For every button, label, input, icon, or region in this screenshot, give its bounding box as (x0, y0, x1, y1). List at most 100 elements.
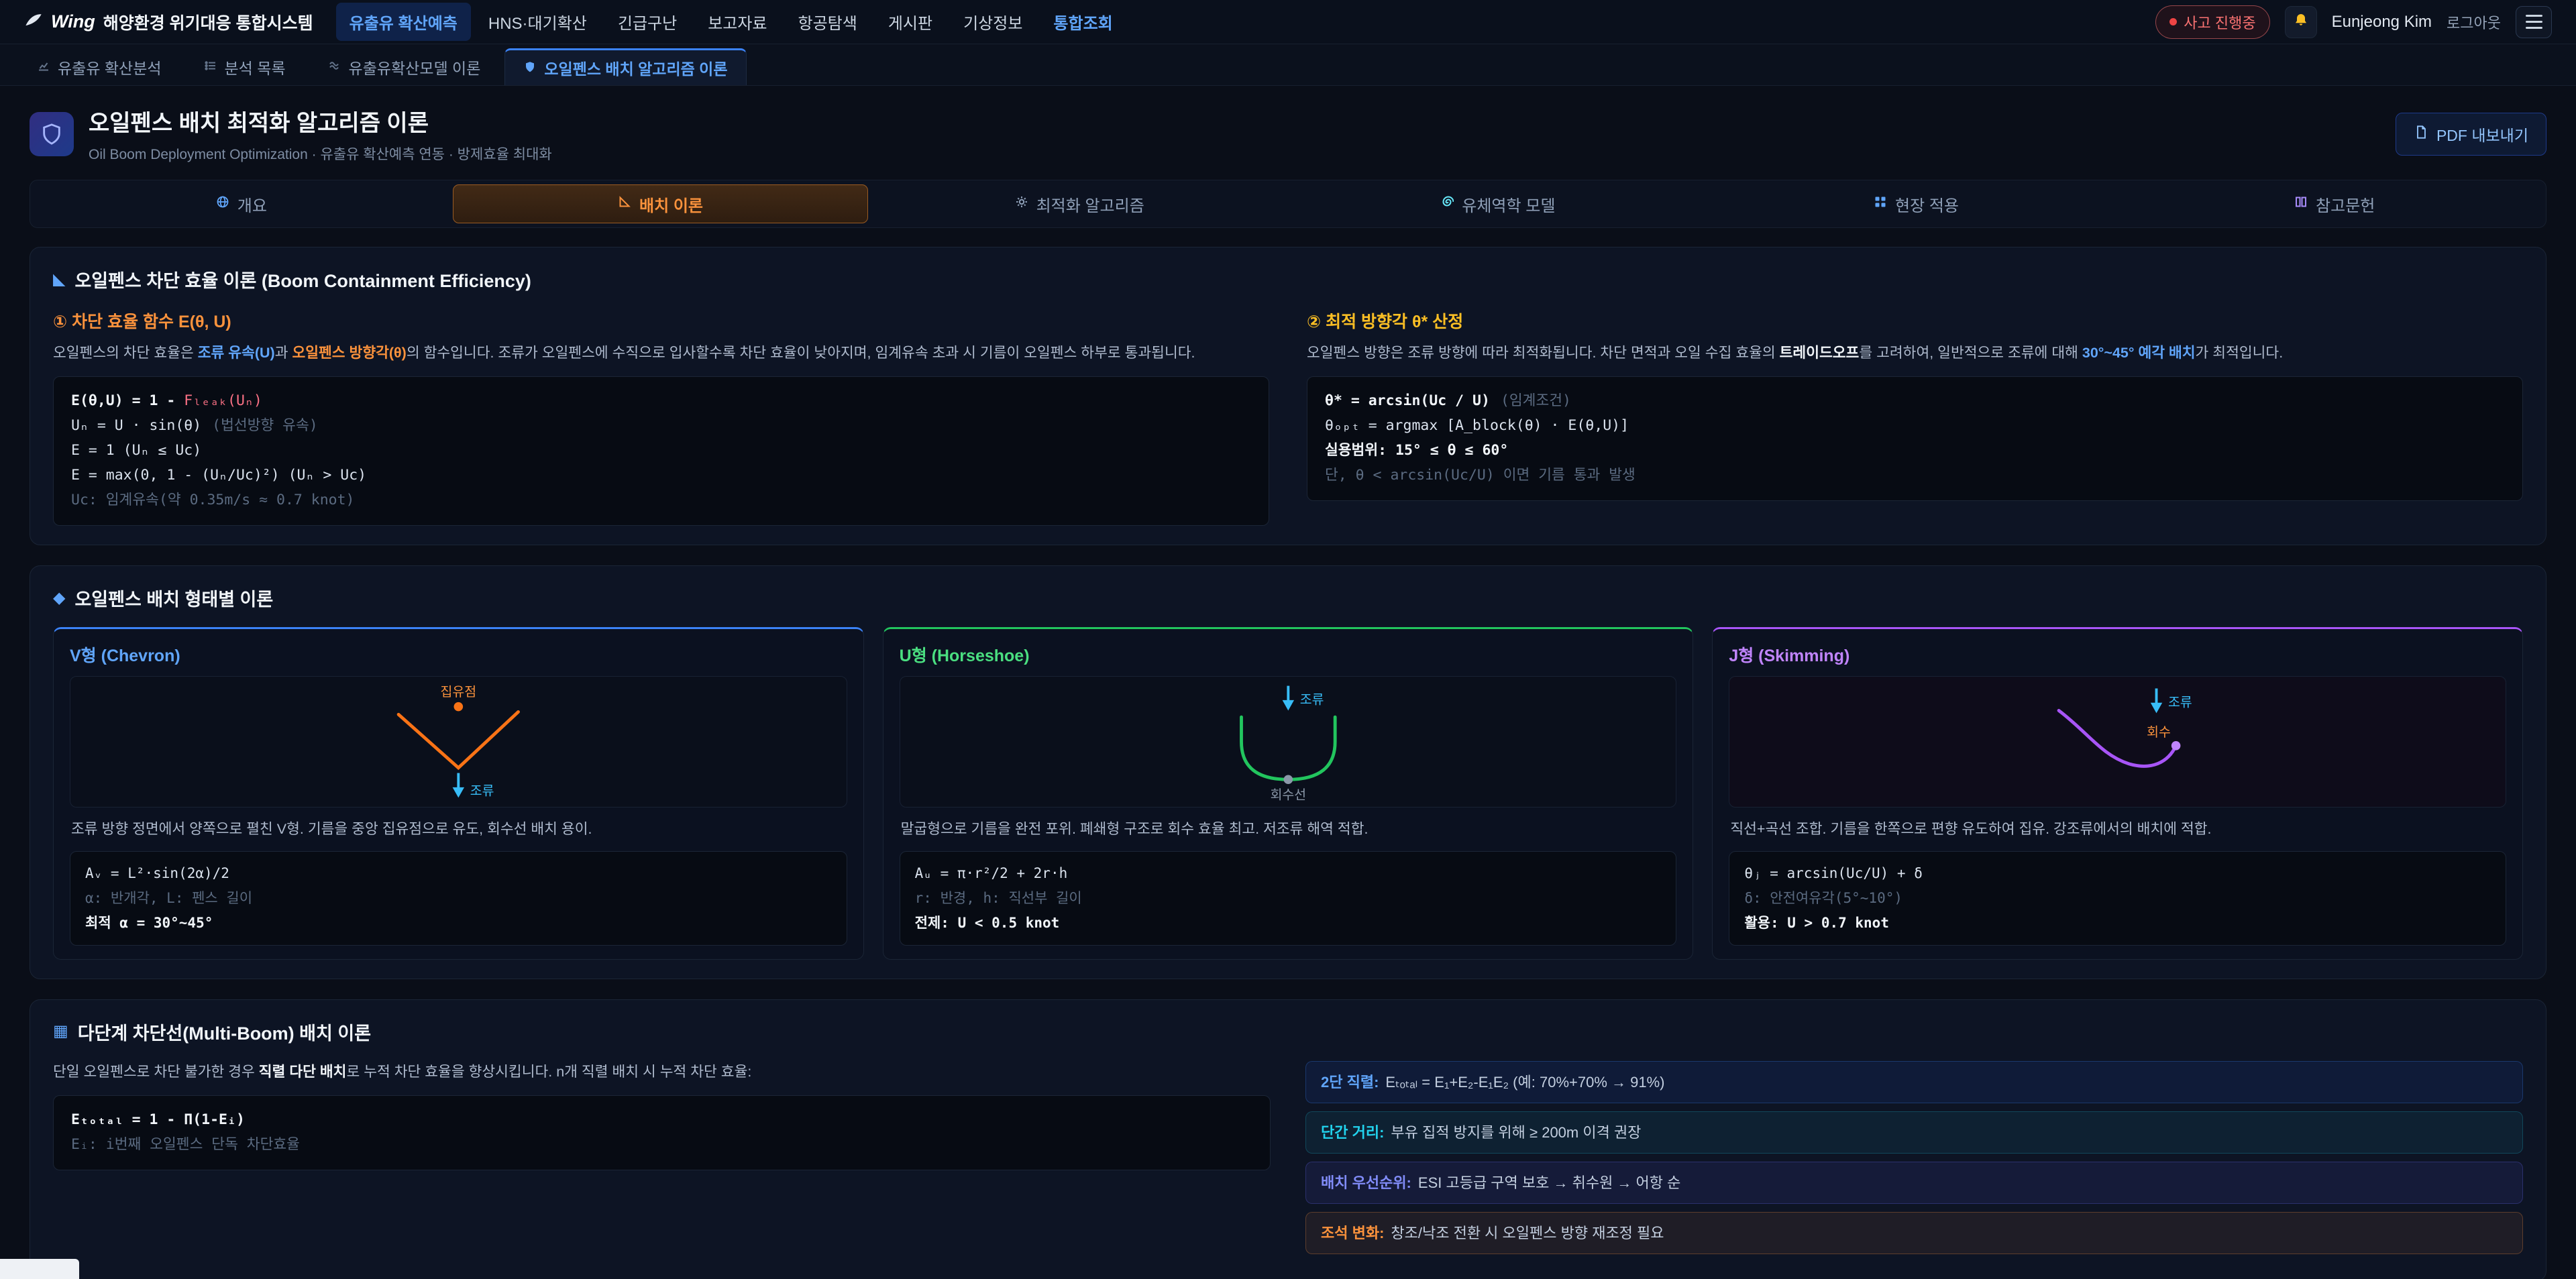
recovery-label: 회수 (2147, 725, 2171, 740)
page-subtitle: Oil Boom Deployment Optimization · 유출유 확… (89, 144, 552, 164)
current-arrow-icon (453, 787, 464, 798)
nav-item-board[interactable]: 게시판 (875, 3, 946, 41)
note-serial-two-stage: 2단 직렬:Eₜₒₜₐₗ = E₁+E₂-E₁E₂ (예: 70%+70% → … (1305, 1061, 2523, 1103)
nav-item-emergency-rescue[interactable]: 긴급구난 (604, 3, 690, 41)
panel-containment-efficiency: ◣ 오일펜스 차단 효율 이론 (Boom Containment Effici… (30, 247, 2546, 545)
optimal-angle-heading: ② 최적 방향각 θ* 산정 (1307, 309, 2523, 333)
note-label: 단간 거리: (1321, 1124, 1384, 1141)
highlight-optimal-angle: 30°~45° 예각 배치 (2082, 345, 2196, 361)
gear-icon (1015, 194, 1028, 213)
pdf-export-button[interactable]: PDF 내보내기 (2396, 113, 2546, 156)
sect-tab-label: 배치 이론 (639, 192, 703, 216)
code-text: Eₜₒₜₐₗ = 1 - Π(1-Eᵢ) (71, 1111, 245, 1128)
formula-note: α: 반개각, L: 펜스 길이 (85, 886, 832, 911)
optimal-angle-column: ② 최적 방향각 θ* 산정 오일펜스 방향은 조류 방향에 따라 최적화됩니다… (1307, 309, 2523, 526)
hamburger-menu-button[interactable] (2516, 6, 2552, 38)
tab-analysis-list[interactable]: 분석 목록 (186, 48, 305, 85)
sect-tab-field-application[interactable]: 현장 적용 (1709, 184, 2124, 223)
code-line: E = max(0, 1 - (Uₙ/Uc)²) (Uₙ > Uc) (71, 463, 1251, 488)
page-header: 오일펜스 배치 최적화 알고리즘 이론 Oil Boom Deployment … (0, 86, 2576, 180)
section-tabs: 개요 배치 이론 최적화 알고리즘 유체역학 모델 현장 적용 참고문헌 (30, 180, 2546, 228)
v-boom-line (398, 712, 518, 768)
code-line: Eₜₒₜₐₗ = 1 - Π(1-Eᵢ) (71, 1108, 1252, 1133)
code-comment: Uc: 임계유속(약 0.35m/s ≈ 0.7 knot) (71, 492, 355, 508)
nav-item-hns-air-diffusion[interactable]: HNS·대기확산 (475, 3, 600, 41)
tab-diffusion-model-theory[interactable]: 유출유확산모델 이론 (310, 48, 500, 85)
sect-tab-label: 참고문헌 (2316, 192, 2375, 216)
note-text: 창조/낙조 전환 시 오일펜스 방향 재조정 필요 (1391, 1225, 1664, 1241)
current-label: 조류 (1299, 693, 1324, 708)
sect-tab-hydrodynamic-model[interactable]: 유체역학 모델 (1291, 184, 1705, 223)
code-line: E(θ,U) = 1 - Fₗₑₐₖ(Uₙ) (71, 389, 1251, 414)
sect-tab-references[interactable]: 참고문헌 (2127, 184, 2542, 223)
page-shield-icon (30, 112, 74, 156)
sect-tab-overview[interactable]: 개요 (34, 184, 449, 223)
current-arrow-icon (1282, 700, 1293, 711)
notification-bell-button[interactable] (2285, 6, 2317, 38)
nav-item-integrated-search[interactable]: 통합조회 (1040, 3, 1126, 41)
page-title-block: 오일펜스 배치 최적화 알고리즘 이론 Oil Boom Deployment … (89, 105, 552, 164)
sect-tab-deployment-theory[interactable]: 배치 이론 (453, 184, 869, 223)
collection-point-dot (454, 702, 464, 712)
code-line: Uₙ = U · sin(θ)(법선방향 유속) (71, 414, 1251, 439)
code-line: 실용범위: 15° ≤ θ ≤ 60° (1325, 439, 2505, 463)
panel-title-row: ◆ 오일펜스 배치 형태별 이론 (53, 585, 2523, 611)
collection-point-label: 집유점 (441, 685, 477, 700)
card-formula-block: Aᵥ = L²·sin(2α)/2 α: 반개각, L: 펜스 길이 최적 α … (70, 851, 847, 945)
tab-spill-analysis[interactable]: 유출유 확산분석 (19, 48, 180, 85)
efficiency-function-heading: ① 차단 효율 함수 E(θ, U) (53, 309, 1269, 333)
user-name: Eunjeong Kim (2332, 13, 2432, 32)
optimal-angle-formula-block: θ* = arcsin(Uc / U)(임계조건) θₒₚₜ = argmax … (1307, 376, 2523, 501)
current-arrow-icon (2151, 703, 2162, 714)
globe-icon (216, 194, 229, 213)
shield-icon (524, 59, 536, 77)
note-label: 배치 우선순위: (1321, 1174, 1411, 1191)
tab-label: 유출유 확산분석 (58, 56, 162, 78)
card-title: U형 (Horseshoe) (900, 643, 1677, 667)
main-nav: 유출유 확산예측 HNS·대기확산 긴급구난 보고자료 항공탐색 게시판 기상정… (336, 3, 2133, 41)
code-comment: 단, θ < arcsin(Uc/U) 이면 기름 통과 발생 (1325, 467, 1635, 484)
j-boom-diagram: 조류 회수 (1729, 676, 2506, 808)
incident-status-badge[interactable]: 사고 진행중 (2155, 5, 2269, 39)
highlight-boom-angle: 오일펜스 방향각(θ) (292, 345, 406, 361)
top-navbar: Wing 해양환경 위기대응 통합시스템 유출유 확산예측 HNS·대기확산 긴… (0, 0, 2576, 44)
wave-icon (329, 58, 341, 76)
nav-item-oil-spill-forecast[interactable]: 유출유 확산예측 (336, 3, 471, 41)
card-description: 직선+곡선 조합. 기름을 한쪽으로 편향 유도하여 집유. 강조류에서의 배치… (1730, 818, 2505, 840)
logout-button[interactable]: 로그아웃 (2447, 11, 2501, 33)
tab-boom-algorithm-theory[interactable]: 오일펜스 배치 알고리즘 이론 (504, 48, 747, 85)
code-line: Eᵢ: i번째 오일펜스 단독 차단효율 (71, 1133, 1252, 1158)
sect-tab-label: 개요 (237, 192, 267, 216)
incident-badge-label: 사고 진행중 (2184, 11, 2255, 33)
sect-tab-label: 현장 적용 (1895, 192, 1959, 216)
current-label: 조류 (470, 784, 494, 799)
formula-result: 최적 α = 30°~45° (85, 911, 832, 936)
formula-result: 활용: U > 0.7 knot (1744, 911, 2491, 936)
sect-tab-optimization-algorithm[interactable]: 최적화 알고리즘 (872, 184, 1287, 223)
brand[interactable]: Wing 해양환경 위기대응 통합시스템 (24, 10, 313, 34)
card-description: 말굽형으로 기름을 완전 포위. 폐쇄형 구조로 회수 효율 최고. 저조류 해… (901, 818, 1676, 840)
multiboom-left-column: 단일 오일펜스로 차단 불가한 경우 직렬 다단 배치로 누적 차단 효율을 향… (53, 1061, 1271, 1170)
note-priority: 배치 우선순위:ESI 고등급 구역 보호 → 취수원 → 어항 순 (1305, 1162, 2523, 1204)
formula-note: r: 반경, h: 직선부 길이 (915, 886, 1662, 911)
note-text: 부유 집적 방지를 위해 ≥ 200m 이격 권장 (1391, 1124, 1641, 1141)
code-line: 단, θ < arcsin(Uc/U) 이면 기름 통과 발생 (1325, 463, 2505, 488)
panel-multiboom: ▦ 다단계 차단선(Multi-Boom) 배치 이론 단일 오일펜스로 차단 … (30, 999, 2546, 1279)
highlight-serial-deployment: 직렬 다단 배치 (259, 1064, 347, 1080)
formula-line: Aᵥ = L²·sin(2α)/2 (85, 861, 832, 886)
card-title: J형 (Skimming) (1729, 643, 2506, 667)
nav-item-aerial-search[interactable]: 항공탐색 (785, 3, 871, 41)
v-boom-diagram: 집유점 조류 (70, 676, 847, 808)
set-square-icon (618, 194, 631, 213)
formula-line: Aᵤ = π·r²/2 + 2r·h (915, 861, 1662, 886)
diamond-icon: ◆ (53, 590, 65, 606)
formula-note: δ: 안전여유각(5°~10°) (1744, 886, 2491, 911)
highlight-current-speed: 조류 유속(U) (198, 345, 275, 361)
page-title: 오일펜스 배치 최적화 알고리즘 이론 (89, 105, 552, 137)
nav-item-weather[interactable]: 기상정보 (950, 3, 1036, 41)
set-square-icon: ◣ (53, 272, 65, 288)
multiboom-notes-column: 2단 직렬:Eₜₒₜₐₗ = E₁+E₂-E₁E₂ (예: 70%+70% → … (1305, 1061, 2523, 1262)
recovery-point-dot (1283, 775, 1293, 785)
nav-item-reports[interactable]: 보고자료 (694, 3, 780, 41)
code-text: Uₙ = U · sin(θ) (71, 417, 201, 434)
